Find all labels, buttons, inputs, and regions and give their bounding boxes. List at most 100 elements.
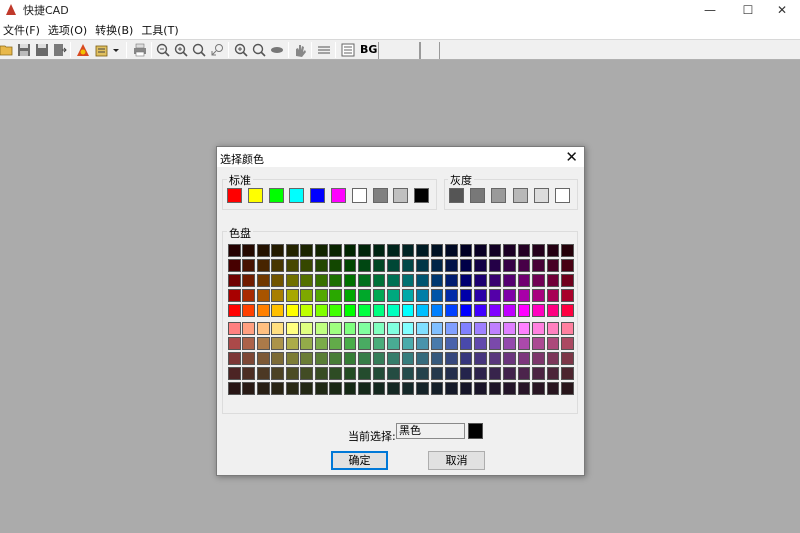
standard-color-swatch[interactable] xyxy=(310,188,326,203)
zoom-in-icon[interactable] xyxy=(174,43,188,57)
palette-color-cell[interactable] xyxy=(401,337,415,350)
palette-color-cell[interactable] xyxy=(329,289,342,302)
palette-color-cell[interactable] xyxy=(300,382,314,395)
palette-color-cell[interactable] xyxy=(285,259,299,272)
palette-color-cell[interactable] xyxy=(387,304,400,317)
chevron-down-icon[interactable] xyxy=(111,43,121,57)
palette-color-cell[interactable] xyxy=(488,259,502,272)
palette-color-cell[interactable] xyxy=(358,244,371,257)
palette-color-cell[interactable] xyxy=(228,289,241,302)
palette-color-cell[interactable] xyxy=(300,367,314,380)
menu-options[interactable]: 选项(O) xyxy=(45,22,92,38)
standard-color-swatch[interactable] xyxy=(372,188,388,203)
export-icon[interactable] xyxy=(53,43,67,57)
palette-color-cell[interactable] xyxy=(517,322,531,335)
palette-color-cell[interactable] xyxy=(459,244,473,257)
palette-color-cell[interactable] xyxy=(546,337,560,350)
palette-color-cell[interactable] xyxy=(430,259,444,272)
palette-color-cell[interactable] xyxy=(546,244,560,257)
palette-color-cell[interactable] xyxy=(445,382,458,395)
palette-color-cell[interactable] xyxy=(358,382,371,395)
palette-color-cell[interactable] xyxy=(271,352,285,365)
standard-color-swatch[interactable] xyxy=(227,188,242,203)
palette-color-cell[interactable] xyxy=(372,289,386,302)
standard-color-swatch[interactable] xyxy=(247,188,263,203)
palette-color-cell[interactable] xyxy=(256,382,270,395)
palette-color-cell[interactable] xyxy=(474,304,487,317)
palette-color-cell[interactable] xyxy=(242,367,256,380)
cancel-button[interactable]: 取消 xyxy=(428,451,485,470)
palette-color-cell[interactable] xyxy=(416,352,429,365)
palette-color-cell[interactable] xyxy=(488,289,502,302)
palette-color-cell[interactable] xyxy=(416,322,429,335)
palette-color-cell[interactable] xyxy=(459,304,473,317)
palette-color-cell[interactable] xyxy=(300,289,314,302)
palette-color-cell[interactable] xyxy=(532,259,545,272)
gray-color-swatch[interactable] xyxy=(512,188,528,203)
gray-color-swatch[interactable] xyxy=(470,188,486,203)
palette-color-cell[interactable] xyxy=(343,352,357,365)
palette-color-cell[interactable] xyxy=(285,352,299,365)
palette-color-cell[interactable] xyxy=(372,322,386,335)
palette-color-cell[interactable] xyxy=(546,382,560,395)
palette-color-cell[interactable] xyxy=(329,337,342,350)
palette-color-cell[interactable] xyxy=(430,322,444,335)
print-icon[interactable] xyxy=(133,43,147,57)
palette-color-cell[interactable] xyxy=(532,352,545,365)
menu-convert[interactable]: 转换(B) xyxy=(92,22,138,38)
menu-file[interactable]: 文件(F) xyxy=(0,22,45,38)
palette-color-cell[interactable] xyxy=(430,337,444,350)
palette-color-cell[interactable] xyxy=(372,259,386,272)
palette-color-cell[interactable] xyxy=(314,352,328,365)
layers-icon[interactable] xyxy=(317,43,331,57)
palette-color-cell[interactable] xyxy=(546,274,560,287)
background-color-button[interactable]: BG xyxy=(360,43,377,56)
palette-color-cell[interactable] xyxy=(343,274,357,287)
palette-color-cell[interactable] xyxy=(271,337,285,350)
palette-color-cell[interactable] xyxy=(517,367,531,380)
palette-color-cell[interactable] xyxy=(488,382,502,395)
gray-color-swatch[interactable] xyxy=(555,188,570,203)
palette-color-cell[interactable] xyxy=(445,289,458,302)
palette-color-cell[interactable] xyxy=(242,382,256,395)
palette-color-cell[interactable] xyxy=(401,352,415,365)
palette-color-cell[interactable] xyxy=(285,382,299,395)
palette-color-cell[interactable] xyxy=(256,352,270,365)
palette-color-cell[interactable] xyxy=(546,352,560,365)
palette-color-cell[interactable] xyxy=(416,382,429,395)
palette-color-cell[interactable] xyxy=(459,274,473,287)
palette-color-cell[interactable] xyxy=(372,304,386,317)
palette-color-cell[interactable] xyxy=(300,322,314,335)
palette-color-cell[interactable] xyxy=(561,382,574,395)
palette-color-cell[interactable] xyxy=(242,274,256,287)
palette-color-cell[interactable] xyxy=(256,274,270,287)
palette-color-cell[interactable] xyxy=(488,322,502,335)
palette-color-cell[interactable] xyxy=(503,322,516,335)
palette-color-cell[interactable] xyxy=(256,289,270,302)
palette-color-cell[interactable] xyxy=(285,274,299,287)
palette-color-cell[interactable] xyxy=(358,304,371,317)
palette-color-cell[interactable] xyxy=(445,244,458,257)
palette-color-cell[interactable] xyxy=(401,322,415,335)
palette-color-cell[interactable] xyxy=(503,337,516,350)
palette-color-cell[interactable] xyxy=(372,337,386,350)
color-combobox[interactable] xyxy=(420,42,440,59)
palette-color-cell[interactable] xyxy=(430,382,444,395)
palette-color-cell[interactable] xyxy=(343,259,357,272)
palette-color-cell[interactable] xyxy=(358,352,371,365)
palette-color-cell[interactable] xyxy=(561,289,574,302)
palette-color-cell[interactable] xyxy=(314,367,328,380)
zoom-previous-icon[interactable] xyxy=(252,43,266,57)
palette-color-cell[interactable] xyxy=(387,337,400,350)
palette-color-cell[interactable] xyxy=(271,274,285,287)
palette-color-cell[interactable] xyxy=(474,337,487,350)
palette-color-cell[interactable] xyxy=(445,259,458,272)
palette-color-cell[interactable] xyxy=(387,322,400,335)
palette-color-cell[interactable] xyxy=(300,352,314,365)
layer-combobox[interactable] xyxy=(378,42,420,59)
palette-color-cell[interactable] xyxy=(314,382,328,395)
pan-icon[interactable] xyxy=(270,43,284,57)
palette-color-cell[interactable] xyxy=(561,352,574,365)
palette-color-cell[interactable] xyxy=(503,289,516,302)
palette-color-cell[interactable] xyxy=(474,259,487,272)
